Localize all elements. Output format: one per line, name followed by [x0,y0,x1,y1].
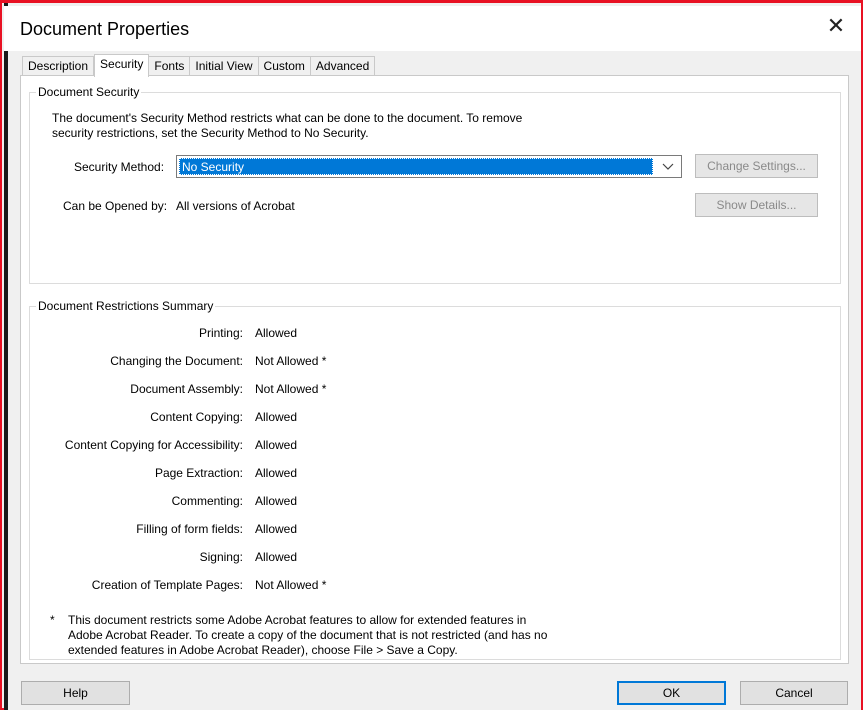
dialog-content: Description Security Fonts Initial View … [8,51,861,710]
restriction-label-commenting: Commenting: [171,494,243,508]
dialog-title: Document Properties [20,19,190,39]
tab-initial-view[interactable]: Initial View [190,56,259,76]
restriction-value-template-pages: Not Allowed * [255,578,327,592]
tab-security[interactable]: Security [94,54,150,77]
restriction-label-printing: Printing: [198,326,243,340]
restrictions-footnote: This document restricts some Adobe Acrob… [68,613,548,657]
help-button[interactable]: Help [21,681,130,705]
tab-custom[interactable]: Custom [258,56,311,76]
restriction-value-signing: Allowed [255,550,298,564]
document-security-group: Document Security The document's Securit… [29,85,841,284]
restriction-label-accessibility: Content Copying for Accessibility: [64,438,243,452]
security-method-label: Security Method: [74,160,165,174]
restriction-label-template-pages: Creation of Template Pages: [91,578,243,592]
opened-by-label: Can be Opened by: [63,199,168,213]
restriction-label-assembly: Document Assembly: [130,382,243,396]
footnote-marker: * [50,613,55,627]
tab-bar: Description Security Fonts Initial View … [22,54,376,77]
tab-description[interactable]: Description [22,56,95,76]
dialog-window: Document Properties ✕ Description Securi… [0,0,863,710]
restriction-value-accessibility: Allowed [255,438,298,452]
security-method-select[interactable]: No Security [176,155,682,178]
restriction-value-changing: Not Allowed * [255,354,327,368]
close-icon[interactable]: ✕ [825,16,847,38]
tab-advanced[interactable]: Advanced [310,56,376,76]
document-security-heading: Document Security [36,85,142,99]
security-tab-panel: Document Security The document's Securit… [20,75,849,664]
restriction-value-assembly: Not Allowed * [255,382,327,396]
restrictions-heading: Document Restrictions Summary [36,299,216,313]
cancel-button[interactable]: Cancel [740,681,848,705]
restriction-value-printing: Allowed [255,326,298,340]
restriction-label-changing: Changing the Document: [110,354,243,368]
restriction-value-extraction: Allowed [255,466,298,480]
restriction-label-form-filling: Filling of form fields: [136,522,243,536]
show-details-button[interactable]: Show Details... [695,193,818,217]
restriction-value-copying: Allowed [255,410,298,424]
opened-by-value: All versions of Acrobat [176,199,295,213]
restriction-label-extraction: Page Extraction: [154,466,243,480]
change-settings-button[interactable]: Change Settings... [695,154,818,178]
restriction-label-copying: Content Copying: [150,410,243,424]
ok-button[interactable]: OK [617,681,726,705]
tab-fonts[interactable]: Fonts [149,56,191,76]
document-restrictions-group: Document Restrictions Summary Printing: … [29,299,841,660]
restriction-label-signing: Signing: [199,550,243,564]
security-method-value: No Security [179,158,653,175]
chevron-down-icon[interactable] [659,158,677,176]
restriction-value-form-filling: Allowed [255,522,298,536]
security-description: The document's Security Method restricts… [52,111,523,140]
restriction-value-commenting: Allowed [255,494,298,508]
title-bar: Document Properties ✕ [4,6,861,51]
